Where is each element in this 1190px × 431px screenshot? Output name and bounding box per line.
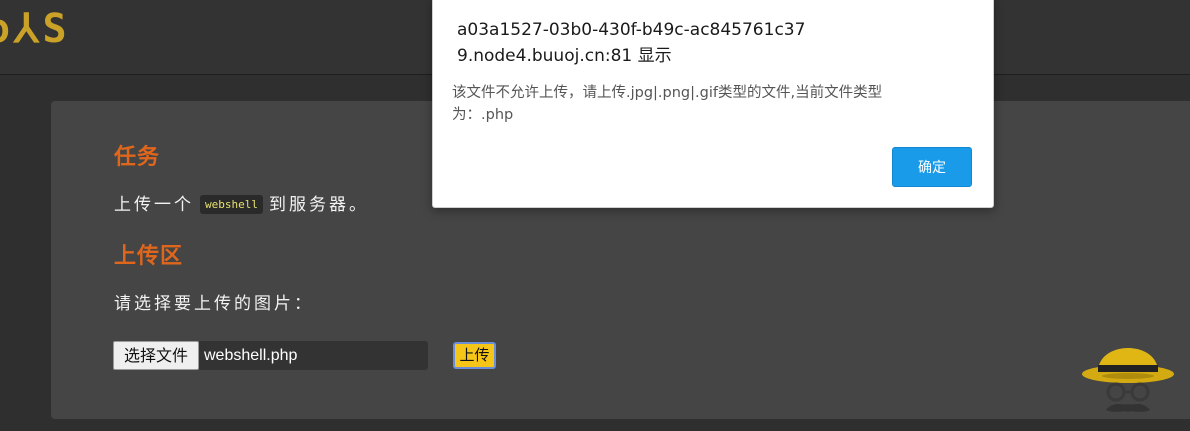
- upload-button[interactable]: 上传: [453, 342, 496, 369]
- alert-message: 该文件不允许上传，请上传.jpg|.png|.gif类型的文件,当前文件类型为：…: [452, 85, 883, 123]
- site-logo[interactable]: o⅄S: [0, 6, 71, 52]
- alert-title: a03a1527-03b0-430f-b49c-ac845761c379.nod…: [457, 20, 806, 66]
- task-text-before: 上传一个: [114, 195, 194, 215]
- choose-file-button[interactable]: 选择文件: [113, 341, 199, 370]
- selected-file-name: webshell.php: [199, 341, 428, 370]
- webshell-code: webshell: [200, 195, 263, 214]
- task-heading: 任务: [114, 145, 161, 170]
- task-description: 上传一个 webshell 到服务器。: [114, 190, 369, 215]
- task-text-after: 到服务器。: [268, 195, 369, 215]
- upload-heading: 上传区: [114, 244, 184, 269]
- upload-prompt: 请选择要上传的图片：: [114, 294, 314, 314]
- hat-mascot-icon: [1082, 348, 1174, 412]
- alert-dialog: a03a1527-03b0-430f-b49c-ac845761c379.nod…: [432, 0, 994, 208]
- alert-ok-button[interactable]: 确定: [892, 147, 972, 187]
